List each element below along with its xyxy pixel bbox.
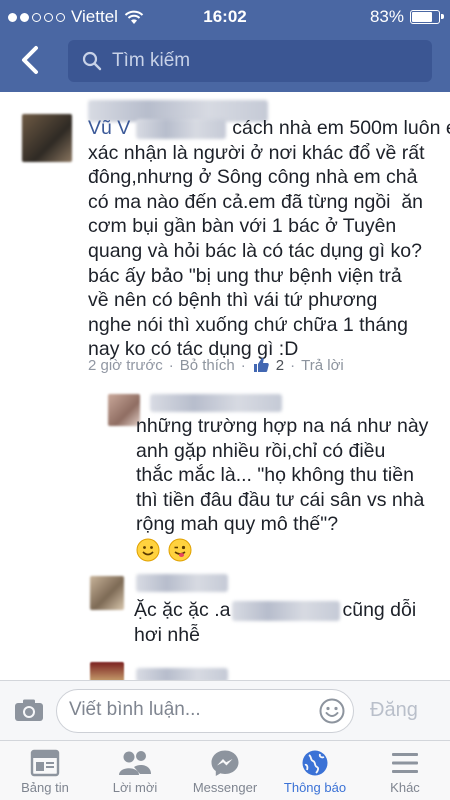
battery-icon bbox=[410, 10, 444, 24]
camera-button[interactable] bbox=[14, 698, 44, 727]
tab-more[interactable]: Khác bbox=[360, 741, 450, 800]
redacted-author-name bbox=[136, 574, 228, 592]
messenger-icon bbox=[211, 750, 239, 776]
reply-text: Ặc ặc ặc .a cũng dỗi hơi nhễ bbox=[134, 598, 416, 647]
comment-line: có ma nào đến cả.em đã từng ngồi ăn bbox=[88, 190, 424, 213]
comment-line: hơi nhễ bbox=[134, 623, 200, 646]
comment-line: nghe nói thì xuống chứ chữa 1 tháng bbox=[88, 313, 408, 336]
smile-emoji-icon bbox=[136, 538, 160, 562]
comment-line: thì tiền đâu đầu tư cái sân vs nhà bbox=[136, 488, 425, 511]
status-bar: Viettel 16:02 83% bbox=[0, 0, 450, 34]
comment-meta: 2 giờ trước · Bỏ thích · 2 · Trả lời bbox=[88, 356, 344, 374]
news-feed-icon bbox=[30, 749, 60, 777]
redacted-author-surname bbox=[136, 118, 227, 139]
globe-icon bbox=[302, 750, 328, 776]
sticker-button[interactable] bbox=[319, 698, 345, 729]
comment-line: về nên có bệnh thì vái tứ phương bbox=[88, 289, 378, 312]
comment-line: những trường hợp na ná như này bbox=[136, 415, 429, 437]
comment-line: bác ấy bảo "bị ung thư bệnh viện trả bbox=[88, 264, 402, 287]
back-button[interactable] bbox=[16, 42, 46, 78]
tab-label: Messenger bbox=[192, 780, 258, 795]
avatar[interactable] bbox=[90, 576, 124, 610]
tab-messenger[interactable]: Messenger bbox=[180, 741, 270, 800]
redacted-mention bbox=[232, 600, 341, 621]
thumbs-up-icon bbox=[253, 357, 269, 372]
comment-line: đông,nhưng ở Sông công nhà em chả bbox=[88, 166, 418, 189]
status-right: 83% bbox=[369, 7, 444, 27]
friend-requests-icon bbox=[119, 751, 151, 775]
comment-author[interactable]: Vũ V bbox=[88, 117, 130, 139]
comment-input[interactable] bbox=[69, 699, 309, 721]
comment-composer: Đăng bbox=[0, 680, 450, 740]
smiley-icon bbox=[319, 698, 345, 724]
comment-line: xác nhận là người ở nơi khác đổ về rất bbox=[88, 141, 425, 164]
search-icon bbox=[82, 51, 102, 71]
tab-label: Thông báo bbox=[283, 780, 347, 795]
comment-line: cách nhà em 500m luôn em bbox=[232, 117, 450, 139]
top-bar: Viettel 16:02 83% bbox=[0, 0, 450, 92]
comment-input-wrapper[interactable] bbox=[56, 689, 354, 733]
tab-notifications[interactable]: Thông báo bbox=[270, 741, 360, 800]
comment-line-end: cũng dỗi bbox=[342, 599, 417, 621]
tab-news-feed[interactable]: Bảng tin bbox=[0, 741, 90, 800]
battery-percent: 83% bbox=[369, 7, 404, 26]
comment-line: rộng mah quy mô thế"? bbox=[136, 513, 339, 536]
tab-bar: Bảng tin Lời mời Messenger Thông báo Khá… bbox=[0, 740, 450, 800]
comments-feed[interactable]: Vũ V cách nhà em 500m luôn em xác nhận là… bbox=[0, 92, 450, 680]
tab-label: Khác bbox=[390, 780, 420, 795]
tab-label: Bảng tin bbox=[21, 780, 69, 795]
tab-label: Lời mời bbox=[112, 780, 158, 795]
avatar[interactable] bbox=[22, 114, 72, 162]
like-count: 2 bbox=[275, 356, 285, 374]
post-button[interactable]: Đăng bbox=[370, 699, 418, 722]
comment-line-start: Ặc ặc ặc .a bbox=[134, 599, 231, 621]
reply-button[interactable]: Trả lời bbox=[301, 357, 344, 374]
search-input[interactable] bbox=[112, 50, 412, 72]
reply-emojis bbox=[136, 538, 192, 562]
comment-line: quang và hỏi bác là có tác dụng gì ko? bbox=[88, 239, 422, 262]
comment-line: thắc mắc là... "họ không thu tiền bbox=[136, 464, 414, 487]
redacted-author-name bbox=[150, 394, 282, 412]
reply-text: những trường hợp na ná như này anh gặp n… bbox=[136, 414, 428, 537]
menu-icon bbox=[392, 753, 418, 773]
comment-text: Vũ V cách nhà em 500m luôn em xác nhận là… bbox=[88, 116, 450, 362]
wink-tongue-emoji-icon bbox=[168, 538, 192, 562]
avatar[interactable] bbox=[90, 662, 124, 680]
unlike-button[interactable]: Bỏ thích bbox=[180, 357, 235, 374]
redacted-author-name bbox=[136, 668, 228, 680]
search-bar[interactable] bbox=[68, 40, 432, 82]
comment-time: 2 giờ trước bbox=[88, 356, 163, 374]
comment-line: cơm bụi gần bàn với 1 bác ở Tuyên bbox=[88, 215, 397, 238]
chevron-left-icon bbox=[22, 46, 38, 74]
camera-icon bbox=[15, 699, 43, 721]
tab-friend-requests[interactable]: Lời mời bbox=[90, 741, 180, 800]
comment-line: anh gặp nhiều rồi,chỉ có điều bbox=[136, 439, 386, 462]
